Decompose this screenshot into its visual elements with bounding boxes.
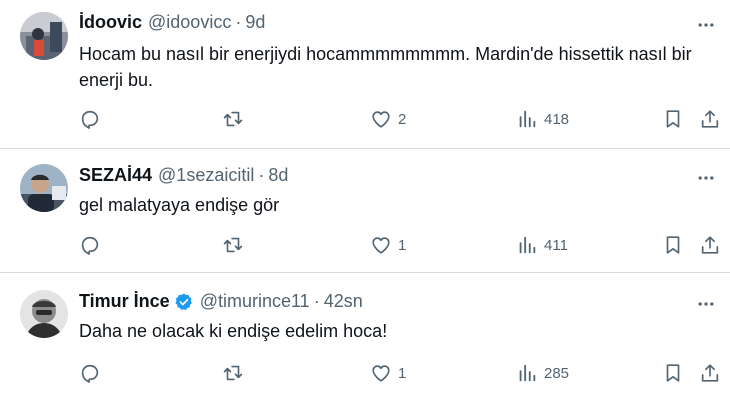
timestamp[interactable]: 42sn bbox=[324, 291, 363, 312]
like-count: 2 bbox=[398, 110, 407, 128]
author-name[interactable]: SEZAİ44 bbox=[79, 165, 152, 186]
author-name[interactable]: Timur İnce bbox=[79, 291, 170, 312]
retweet-icon bbox=[223, 111, 243, 127]
share-icon bbox=[701, 110, 719, 128]
reply-feed: İdoovic @idoovicc · 9d Hocam bu nasıl bi… bbox=[0, 0, 730, 420]
like-button[interactable]: 2 bbox=[370, 104, 406, 134]
like-icon bbox=[372, 365, 390, 382]
retweet-icon bbox=[223, 237, 243, 253]
bookmark-button[interactable] bbox=[662, 104, 684, 134]
tweet-header: SEZAİ44 @1sezaicitil · 8d bbox=[79, 165, 288, 186]
like-icon bbox=[372, 111, 390, 128]
tweet[interactable]: İdoovic @idoovicc · 9d Hocam bu nasıl bi… bbox=[0, 0, 730, 149]
bookmark-button[interactable] bbox=[662, 358, 684, 388]
reply-button[interactable] bbox=[79, 104, 101, 134]
views-button[interactable]: 285 bbox=[516, 358, 569, 388]
retweet-icon bbox=[223, 365, 243, 381]
more-icon[interactable] bbox=[694, 292, 718, 316]
tweet-text: Hocam bu nasıl bir enerjiydi hocammmmmmm… bbox=[79, 44, 692, 90]
like-count: 1 bbox=[398, 236, 407, 254]
author-handle[interactable]: @timurince11 bbox=[200, 291, 310, 312]
tweet[interactable]: Timur İnce @timurince11 · 42sn Daha ne o… bbox=[0, 273, 730, 420]
separator-dot: · bbox=[258, 165, 265, 185]
views-icon bbox=[519, 236, 536, 254]
reply-button[interactable] bbox=[79, 230, 101, 260]
views-icon bbox=[519, 364, 536, 382]
verified-badge-icon[interactable] bbox=[174, 292, 194, 312]
more-icon[interactable] bbox=[694, 166, 718, 190]
retweet-button[interactable] bbox=[222, 104, 244, 134]
separator-dot: · bbox=[313, 291, 320, 311]
tweet[interactable]: SEZAİ44 @1sezaicitil · 8d gel malatyaya … bbox=[0, 149, 730, 273]
reply-icon bbox=[81, 110, 99, 129]
retweet-button[interactable] bbox=[222, 230, 244, 260]
share-button[interactable] bbox=[699, 230, 721, 260]
avatar[interactable] bbox=[20, 290, 68, 338]
views-icon bbox=[519, 110, 536, 128]
action-bar: 1 285 bbox=[0, 358, 730, 388]
like-icon bbox=[372, 237, 390, 254]
views-button[interactable]: 418 bbox=[516, 104, 569, 134]
reply-icon bbox=[81, 236, 99, 255]
share-button[interactable] bbox=[699, 358, 721, 388]
views-count: 411 bbox=[544, 236, 568, 254]
author-handle[interactable]: @1sezaicitil bbox=[158, 165, 254, 186]
like-button[interactable]: 1 bbox=[370, 230, 406, 260]
action-bar: 1 411 bbox=[0, 230, 730, 260]
author-name[interactable]: İdoovic bbox=[79, 12, 142, 33]
share-icon bbox=[701, 364, 719, 382]
views-button[interactable]: 411 bbox=[516, 230, 568, 260]
avatar[interactable] bbox=[20, 164, 68, 212]
timestamp[interactable]: 9d bbox=[245, 12, 265, 33]
tweet-text: Daha ne olacak ki endişe edelim hoca! bbox=[79, 321, 388, 341]
views-count: 418 bbox=[544, 110, 570, 128]
author-handle[interactable]: @idoovicc bbox=[148, 12, 231, 33]
tweet-header: Timur İnce @timurince11 · 42sn bbox=[79, 291, 363, 312]
more-icon[interactable] bbox=[694, 13, 718, 37]
separator-dot: · bbox=[235, 12, 242, 32]
bookmark-icon bbox=[666, 236, 680, 254]
tweet-text: gel malatyaya endişe gör bbox=[79, 195, 280, 215]
retweet-button[interactable] bbox=[222, 358, 244, 388]
timestamp[interactable]: 8d bbox=[268, 165, 288, 186]
bookmark-icon bbox=[666, 364, 680, 382]
bookmark-button[interactable] bbox=[662, 230, 684, 260]
reply-icon bbox=[81, 364, 99, 383]
avatar[interactable] bbox=[20, 12, 68, 60]
share-button[interactable] bbox=[699, 104, 721, 134]
views-count: 285 bbox=[544, 364, 570, 382]
like-button[interactable]: 1 bbox=[370, 358, 406, 388]
reply-button[interactable] bbox=[79, 358, 101, 388]
like-count: 1 bbox=[398, 364, 407, 382]
share-icon bbox=[701, 236, 719, 254]
action-bar: 2 418 bbox=[0, 104, 730, 134]
bookmark-icon bbox=[666, 110, 680, 128]
tweet-header: İdoovic @idoovicc · 9d bbox=[79, 12, 265, 33]
